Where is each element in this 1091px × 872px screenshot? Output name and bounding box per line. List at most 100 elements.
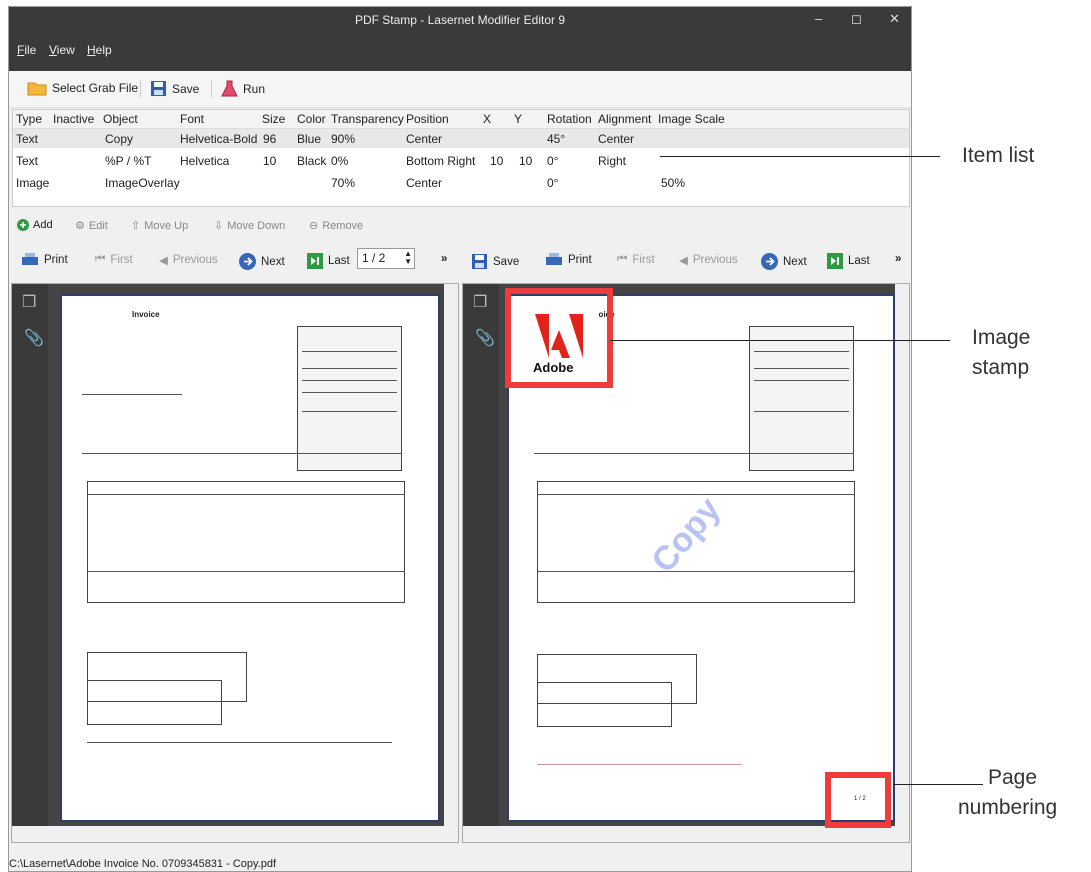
cell-alignment[interactable]: Right [598,154,626,168]
next-button-right[interactable]: Next [761,253,807,270]
menu-help[interactable]: Help [87,43,112,57]
overflow-chevron-left[interactable]: » [441,253,447,265]
cell-type[interactable]: Text [16,154,38,168]
horizontal-scrollbar[interactable] [463,826,909,842]
cell-type[interactable]: Text [16,132,38,146]
cell-font[interactable]: Helvetica-Bold [180,132,257,146]
move-up-button[interactable]: ⇧ Move Up [131,219,188,233]
cell-y[interactable]: 10 [519,154,532,168]
cell-transparency[interactable]: 0% [331,154,348,168]
folder-icon [27,82,47,96]
page-number-input[interactable]: 1 / 2 ▲ ▼ [357,248,415,269]
print-button-right[interactable]: Print [545,253,592,267]
attachment-icon[interactable]: 📎 [24,328,44,348]
column-inactive[interactable]: Inactive [53,112,94,126]
cell-color[interactable]: Blue [297,132,321,146]
cell-rotation[interactable]: 0° [547,176,558,190]
attachment-icon[interactable]: 📎 [475,328,495,348]
column-position[interactable]: Position [406,112,449,126]
status-bar: C:\Lasernet\Adobe Invoice No. 0709345831… [9,855,911,871]
minimize-icon[interactable]: – [815,11,822,26]
vertical-scrollbar[interactable] [444,284,458,842]
pages-icon[interactable]: ❐ [473,292,487,312]
cell-object[interactable]: ImageOverlay [105,176,180,190]
cell-transparency[interactable]: 70% [331,176,355,190]
item-list-callout: Item list [962,144,1035,167]
overflow-chevron-right[interactable]: » [895,253,901,265]
save-button[interactable]: Save [150,80,199,97]
add-label: Add [33,219,53,231]
original-page: Invoice [60,294,440,822]
column-type[interactable]: Type [16,112,42,126]
cell-font[interactable]: Helvetica [180,154,229,168]
pages-icon[interactable]: ❐ [22,292,36,312]
remove-button[interactable]: ⊖ Remove [309,219,364,233]
invoice-info-box [297,326,402,471]
menu-view[interactable]: View [49,43,75,57]
next-label: Next [783,255,807,268]
flask-icon [221,80,238,97]
cell-position[interactable]: Bottom Right [406,154,475,168]
print-button-left[interactable]: Print [21,253,68,267]
cell-size[interactable]: 96 [263,132,276,146]
cell-object[interactable]: %P / %T [105,154,151,168]
maximize-icon[interactable]: ◻ [851,11,862,27]
cell-object[interactable]: Copy [105,132,133,146]
cell-image-scale[interactable]: 50% [661,176,685,190]
edit-button[interactable]: ⚙ Edit [75,219,108,233]
item-actions-bar: Add ⚙ Edit ⇧ Move Up ⇩ Move Down ⊖ Remov… [9,215,911,237]
menu-bar: File View Help [9,33,911,71]
vertical-scrollbar[interactable] [895,284,909,842]
add-button[interactable]: Add [17,219,53,231]
grid-header: Type Inactive Object Font Size Color Tra… [13,110,909,129]
title-bar: PDF Stamp - Lasernet Modifier Editor 9 –… [9,7,911,33]
item-list-callout-line [660,156,940,157]
cell-transparency[interactable]: 90% [331,132,355,146]
last-label: Last [848,255,870,267]
cell-rotation[interactable]: 0° [547,154,558,168]
move-down-button[interactable]: ⇩ Move Down [214,219,285,233]
cell-position[interactable]: Center [406,176,442,190]
cell-rotation[interactable]: 45° [547,132,565,146]
cell-alignment[interactable]: Center [598,132,634,146]
main-toolbar: Select Grab File Save Run [9,71,911,108]
minus-circle-icon: ⊖ [309,220,319,232]
column-size[interactable]: Size [262,112,285,126]
cell-position[interactable]: Center [406,132,442,146]
column-color[interactable]: Color [297,112,326,126]
column-x[interactable]: X [483,112,491,126]
previous-label: Previous [692,254,738,266]
save-button-right[interactable]: Save [471,253,519,270]
spinner-arrows-icon[interactable]: ▲ ▼ [404,250,412,266]
column-alignment[interactable]: Alignment [598,112,651,126]
column-transparency[interactable]: Transparency [331,112,404,126]
column-image-scale[interactable]: Image Scale [658,112,725,126]
preview-navigation-bar: Print ⏮ First ◀ Previous Next Last 1 / 2… [9,245,911,275]
first-button-right[interactable]: ⏮ First [617,253,655,266]
run-button[interactable]: Run [221,80,265,97]
remove-label: Remove [322,219,364,232]
select-grab-file-label: Select Grab File [52,81,139,95]
column-rotation[interactable]: Rotation [547,112,592,126]
product-table [87,481,405,603]
column-font[interactable]: Font [180,112,204,126]
first-button-left[interactable]: ⏮ First [95,253,133,266]
previous-button-right[interactable]: ◀ Previous [679,253,738,267]
last-button-left[interactable]: Last [307,253,350,269]
preview-sidebar: ❐ 📎 [463,284,499,828]
column-y[interactable]: Y [514,112,522,126]
cell-color[interactable]: Black [297,154,326,168]
last-button-right[interactable]: Last [827,253,870,269]
previous-arrow-icon: ◀ [679,255,688,267]
previous-arrow-icon: ◀ [159,255,168,267]
horizontal-scrollbar[interactable] [12,826,458,842]
next-button-left[interactable]: Next [239,253,285,270]
previous-button-left[interactable]: ◀ Previous [159,253,218,267]
select-grab-file-button[interactable]: Select Grab File [27,80,138,96]
cell-size[interactable]: 10 [263,154,276,168]
cell-x[interactable]: 10 [490,154,503,168]
cell-type[interactable]: Image [16,176,49,190]
close-icon[interactable]: ✕ [889,11,900,27]
menu-file[interactable]: File [17,43,36,57]
column-object[interactable]: Object [103,112,138,126]
